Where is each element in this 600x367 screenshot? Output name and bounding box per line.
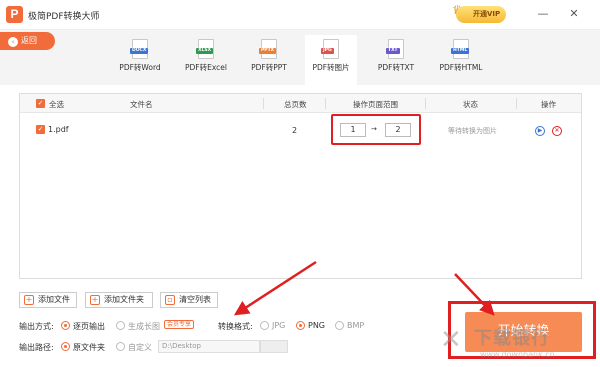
row-filename: 1.pdf xyxy=(48,125,69,134)
header-pages: 总页数 xyxy=(284,100,307,109)
plus-folder-icon: + xyxy=(90,295,100,305)
format-radio-png[interactable] xyxy=(296,321,305,330)
output-mode-radio-per-page[interactable] xyxy=(61,321,70,330)
delete-icon[interactable]: ✕ xyxy=(552,126,562,136)
back-button[interactable]: ‹ 返回 xyxy=(0,32,55,50)
tab-label: PDF转图片 xyxy=(312,63,350,72)
file-list-panel: ✓ 全选 文件名 总页数 操作页面范围 状态 操作 ✓ 1.pdf 2 1 → … xyxy=(19,93,582,279)
row-pages: 2 xyxy=(292,126,298,135)
header-status: 状态 xyxy=(463,100,478,109)
column-divider xyxy=(516,98,517,109)
format-jpg-label: JPG xyxy=(272,321,286,330)
table-header: ✓ 全选 文件名 总页数 操作页面范围 状态 操作 xyxy=(20,94,581,113)
watermark-logo-icon: ✕ xyxy=(440,325,462,355)
format-label: 转换格式: xyxy=(218,322,253,331)
row-status: 等待转换为图片 xyxy=(448,127,497,135)
tab-label: PDF转PPT xyxy=(251,63,287,72)
row-checkbox[interactable]: ✓ xyxy=(36,125,45,134)
play-icon[interactable]: ▶ xyxy=(535,126,545,136)
column-divider xyxy=(325,98,326,109)
header-select-all: 全选 xyxy=(49,100,64,109)
tab-label: PDF转Word xyxy=(119,63,161,72)
tab-pdf-to-ppt[interactable]: PPTX PDF转PPT xyxy=(244,35,294,85)
add-folder-button[interactable]: + 添加文件夹 xyxy=(85,292,153,308)
watermark-url: www.downbank.cn xyxy=(480,350,555,359)
range-arrow: → xyxy=(371,125,377,133)
close-icon[interactable]: ✕ xyxy=(567,7,581,21)
output-mode-label: 输出方式: xyxy=(19,322,54,331)
format-radio-bmp[interactable] xyxy=(335,321,344,330)
trash-icon: ▫ xyxy=(165,295,175,305)
tab-pdf-to-html[interactable]: HTML PDF转HTML xyxy=(434,35,488,85)
app-title: 极简PDF转换大师 xyxy=(28,12,100,22)
output-mode-long-image-label: 生成长图 xyxy=(128,322,160,331)
member-only-badge: 会员专享 xyxy=(164,320,195,329)
format-png-label: PNG xyxy=(308,321,326,330)
txt-file-icon: TXT xyxy=(386,39,404,59)
clear-list-button[interactable]: ▫ 清空列表 xyxy=(160,292,218,308)
toolbar: ‹ 返回 DOCX PDF转Word XLSX PDF转Excel PPTX PD… xyxy=(0,30,600,85)
path-original-label: 原文件夹 xyxy=(73,343,105,352)
output-mode-radio-long-image[interactable] xyxy=(116,321,125,330)
docx-file-icon: DOCX xyxy=(130,39,149,59)
back-arrow-icon: ‹ xyxy=(8,37,18,47)
add-file-label: 添加文件 xyxy=(38,295,70,304)
output-path-label: 输出路径: xyxy=(19,343,54,352)
header-action: 操作 xyxy=(541,100,556,109)
header-range: 操作页面范围 xyxy=(353,100,398,109)
vip-button[interactable]: 开通VIP xyxy=(456,6,506,23)
tab-label: PDF转HTML xyxy=(439,63,483,72)
format-radio-jpg[interactable] xyxy=(260,321,269,330)
title-bar: P 极简PDF转换大师 ♛ 开通VIP — ✕ xyxy=(0,0,600,30)
path-custom-label: 自定义 xyxy=(128,343,152,352)
tab-pdf-to-txt[interactable]: TXT PDF转TXT xyxy=(372,35,420,85)
tab-label: PDF转Excel xyxy=(185,63,227,72)
plus-icon: + xyxy=(24,295,34,305)
add-file-button[interactable]: + 添加文件 xyxy=(19,292,77,308)
range-from-input[interactable]: 1 xyxy=(340,123,366,137)
browse-button[interactable] xyxy=(260,340,288,353)
back-label: 返回 xyxy=(21,36,37,45)
watermark: ✕ 下载银行 www.downbank.cn xyxy=(440,320,600,367)
html-file-icon: HTML xyxy=(451,39,470,59)
watermark-text: 下载银行 xyxy=(474,328,550,349)
jpg-file-icon: JPG xyxy=(321,39,339,59)
xlsx-file-icon: XLSX xyxy=(196,39,214,59)
app-logo-icon: P xyxy=(6,6,23,23)
column-divider xyxy=(425,98,426,109)
output-path-input[interactable]: D:\Desktop xyxy=(158,340,260,353)
pptx-file-icon: PPTX xyxy=(259,39,277,59)
tab-pdf-to-excel[interactable]: XLSX PDF转Excel xyxy=(180,35,232,85)
add-folder-label: 添加文件夹 xyxy=(104,295,144,304)
column-divider xyxy=(263,98,264,109)
tab-pdf-to-word[interactable]: DOCX PDF转Word xyxy=(114,35,166,85)
range-to-input[interactable]: 2 xyxy=(385,123,411,137)
tab-pdf-to-image[interactable]: JPG PDF转图片 xyxy=(305,35,357,85)
output-mode-per-page-label: 逐页输出 xyxy=(73,322,105,331)
clear-list-label: 清空列表 xyxy=(179,295,211,304)
format-bmp-label: BMP xyxy=(347,321,365,330)
tab-label: PDF转TXT xyxy=(377,63,415,72)
select-all-checkbox[interactable]: ✓ xyxy=(36,99,45,108)
path-radio-original[interactable] xyxy=(61,342,70,351)
minimize-icon[interactable]: — xyxy=(536,7,550,21)
path-radio-custom[interactable] xyxy=(116,342,125,351)
header-filename: 文件名 xyxy=(130,100,153,109)
